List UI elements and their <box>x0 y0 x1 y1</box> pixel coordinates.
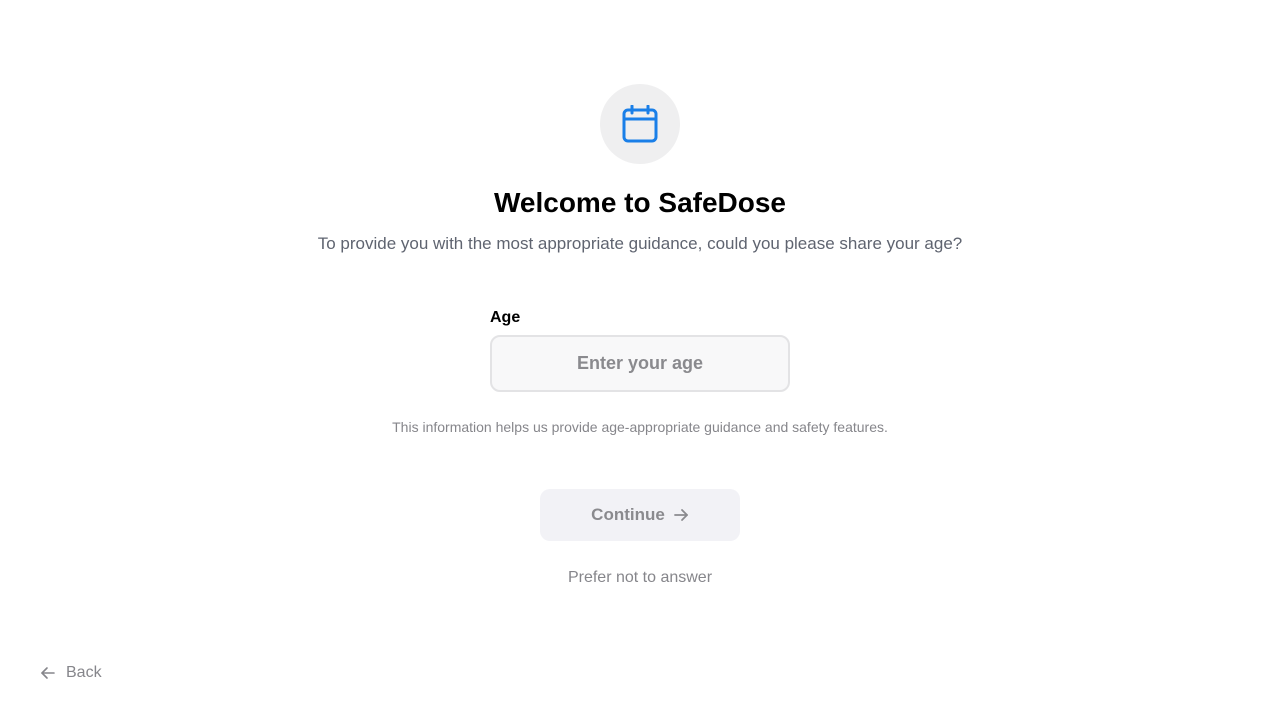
age-field-label: Age <box>490 309 521 326</box>
continue-button[interactable]: Continue <box>540 489 740 541</box>
prefer-not-to-answer-link[interactable]: Prefer not to answer <box>568 569 712 586</box>
arrow-left-icon <box>41 667 55 679</box>
calendar-icon-badge <box>600 84 680 164</box>
age-input[interactable] <box>490 335 790 392</box>
page-subtitle: To provide you with the most appropriate… <box>317 234 963 253</box>
back-button-label: Back <box>66 664 102 681</box>
calendar-icon <box>622 105 658 143</box>
back-button[interactable]: Back <box>40 663 102 683</box>
arrow-right-icon <box>673 509 688 521</box>
continue-button-label: Continue <box>591 505 665 524</box>
prefer-not-to-answer-row: Prefer not to answer <box>0 568 1280 588</box>
page-title: Welcome to SafeDose <box>493 187 787 218</box>
age-onboarding-screen: Welcome to SafeDose To provide you with … <box>0 0 1280 720</box>
helper-text: This information helps us provide age-ap… <box>392 419 888 435</box>
